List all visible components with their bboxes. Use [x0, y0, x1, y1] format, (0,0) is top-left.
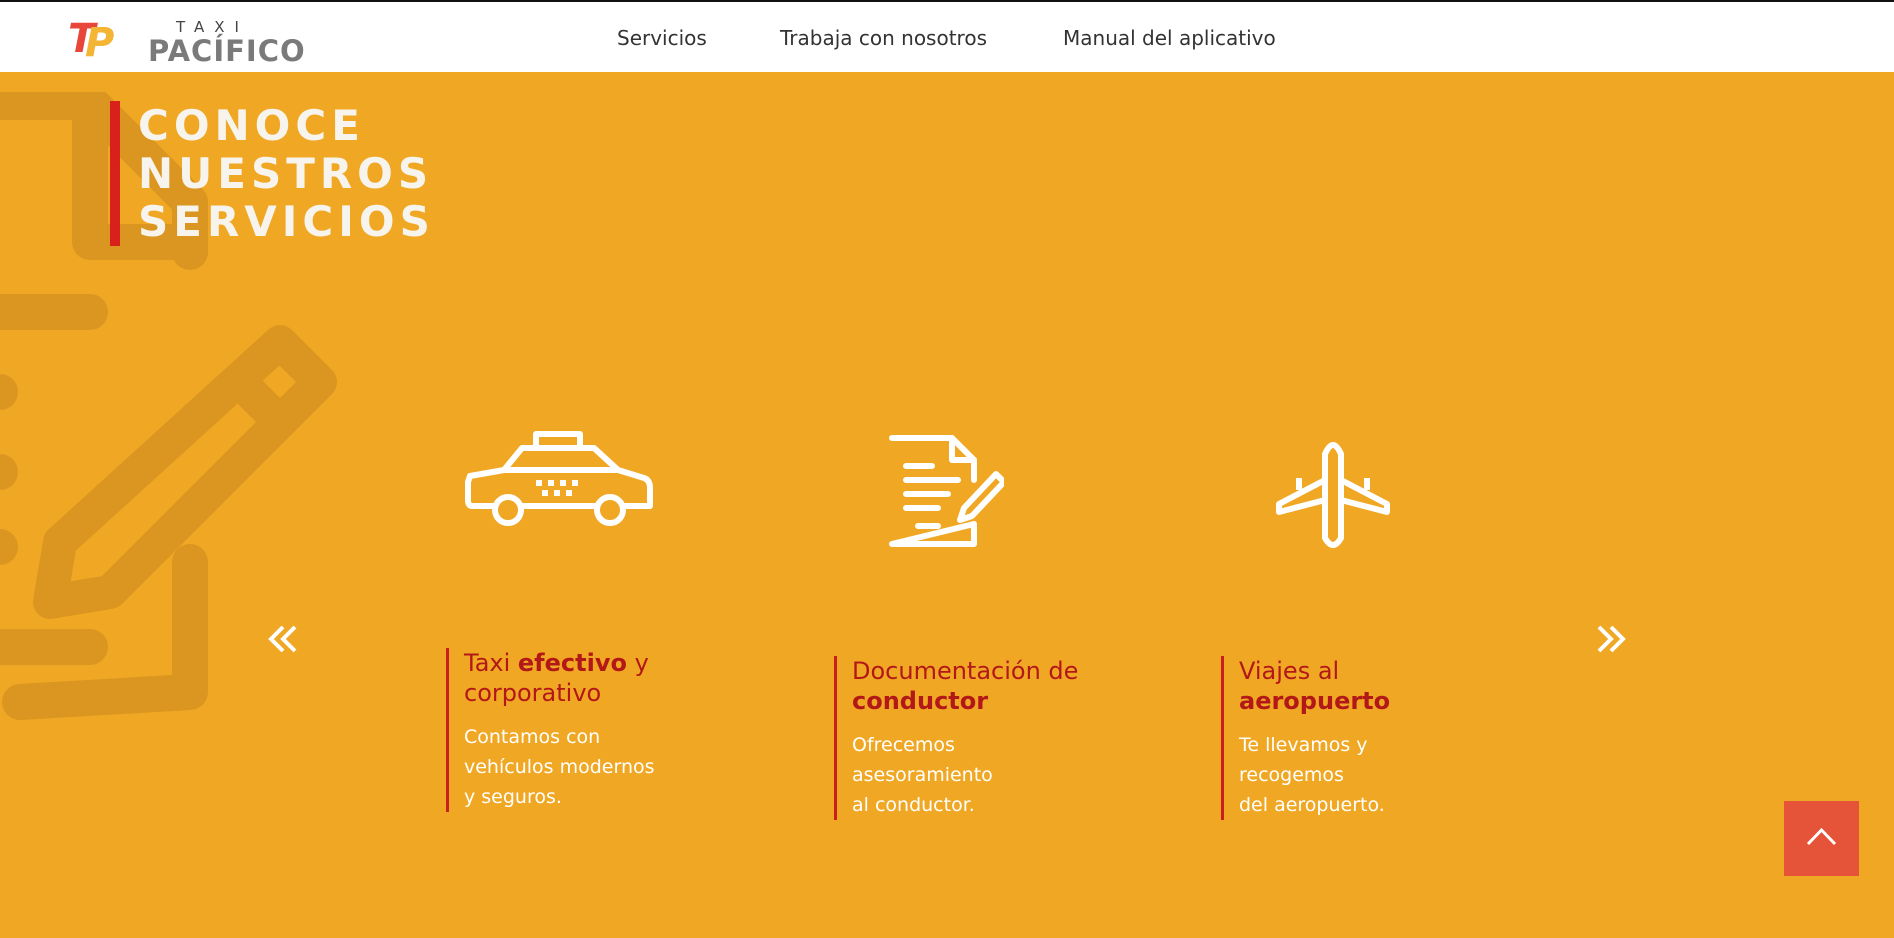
nav-manual[interactable]: Manual del aplicativo	[1063, 26, 1276, 50]
title-accent-bar	[110, 101, 120, 246]
main-nav: Servicios Trabaja con nosotros Manual de…	[0, 26, 1894, 56]
service-text-documentacion: Documentación de conductor Ofrecemos ase…	[834, 656, 1102, 820]
taxi-car-icon	[465, 431, 653, 526]
service-text-aeropuerto: Viajes al aeropuerto Te llevamos y recog…	[1221, 656, 1489, 820]
nav-servicios[interactable]: Servicios	[617, 26, 707, 50]
title-line-2: NUESTROS	[138, 149, 434, 198]
title-line-3: SERVICIOS	[138, 197, 435, 246]
double-chevron-right-icon	[1597, 625, 1626, 653]
title-line-1: CONOCE	[138, 101, 365, 150]
airplane-icon	[1276, 442, 1390, 548]
service-description: Contamos con vehículos modernos y seguro…	[464, 726, 655, 808]
chevron-up-icon	[1806, 827, 1837, 846]
nav-trabaja[interactable]: Trabaja con nosotros	[780, 26, 987, 50]
service-description: Te llevamos y recogemos del aeropuerto.	[1239, 734, 1385, 816]
service-text-taxi: Taxi efectivo y corporativo Contamos con…	[446, 648, 724, 812]
service-heading: Taxi efectivo y corporativo	[464, 649, 649, 707]
double-chevron-left-icon	[268, 625, 297, 653]
service-description: Ofrecemos asesoramiento al conductor.	[852, 734, 993, 816]
services-section: CONOCE NUESTROS SERVICIOS Taxi efectivo …	[0, 72, 1894, 938]
carousel-prev-button[interactable]	[263, 619, 303, 659]
service-heading: Viajes al aeropuerto	[1239, 657, 1391, 715]
section-title: CONOCE NUESTROS SERVICIOS	[138, 102, 498, 246]
service-heading: Documentación de conductor	[852, 657, 1079, 715]
carousel-next-button[interactable]	[1591, 619, 1631, 659]
site-header: T P TAXI PACÍFICO Servicios Trabaja con …	[0, 2, 1894, 72]
document-pen-icon	[889, 435, 1004, 547]
scroll-to-top-button[interactable]	[1784, 801, 1859, 876]
